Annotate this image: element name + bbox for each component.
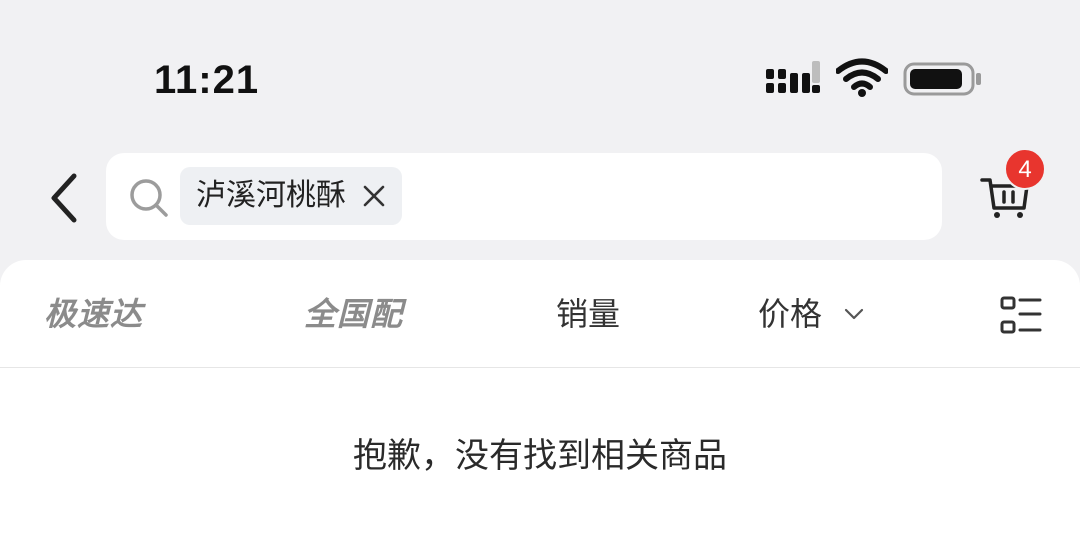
chevron-down-icon[interactable] [843, 304, 865, 324]
tab-price[interactable]: 价格 [758, 292, 822, 336]
cellular-signal-icon [766, 61, 820, 93]
sort-bar-divider [0, 367, 1080, 368]
tab-sales[interactable]: 销量 [556, 292, 620, 336]
search-icon [130, 179, 168, 217]
search-query-text: 泸溪河桃酥 [196, 178, 346, 213]
tab-express[interactable]: 极速达 [44, 292, 143, 336]
list-layout-icon[interactable] [1000, 296, 1042, 336]
battery-icon [903, 62, 981, 96]
cart-badge: 4 [1004, 148, 1046, 190]
search-bar[interactable]: 泸溪河桃酥 [106, 153, 942, 240]
tab-nationwide[interactable]: 全国配 [304, 292, 403, 336]
empty-results-message: 抱歉，没有找到相关商品 [353, 436, 727, 476]
close-icon[interactable] [362, 184, 386, 208]
search-query-chip[interactable]: 泸溪河桃酥 [180, 167, 402, 225]
sort-bar: 极速达 全国配 销量 价格 [0, 260, 1080, 367]
back-icon[interactable] [44, 172, 84, 224]
wifi-icon [836, 58, 888, 97]
status-time: 11:21 [154, 58, 260, 102]
results-panel: 极速达 全国配 销量 价格 抱歉，没有找到相关商品 [0, 260, 1080, 559]
